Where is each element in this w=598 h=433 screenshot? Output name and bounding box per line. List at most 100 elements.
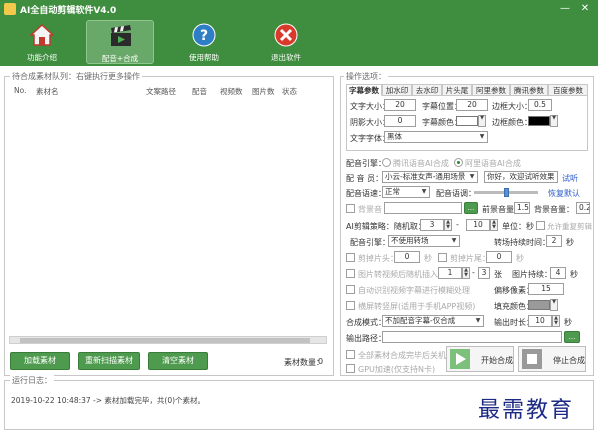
output-browse-button[interactable]: ... [564,331,580,343]
allow-repeat-label: 允许重复剪辑 [547,222,592,231]
image-range-dash: - [472,268,475,277]
clip-max-spinner[interactable]: ▲ ▼ [490,219,498,231]
blur-offset-input[interactable]: 15 [528,283,564,295]
output-duration-spinner[interactable]: ▲ ▼ [552,315,560,327]
cut-tail-unit: 秒 [516,254,524,263]
subtitle-position-input[interactable]: 20 [456,99,488,111]
output-path-input[interactable] [382,331,562,343]
back-volume-input[interactable]: 0.2 [576,202,590,214]
image-min-input[interactable]: 1 [438,267,462,279]
shadow-size-input[interactable]: 0 [384,115,416,127]
watermark-text: 最需教育 [478,398,575,423]
front-volume-input[interactable]: 1.5 [514,202,530,214]
bgm-browse-button[interactable]: ... [464,202,478,214]
svg-text:?: ? [200,28,208,44]
fill-color-swatch[interactable] [528,300,550,310]
image-insert-checkbox[interactable] [346,269,355,278]
options-legend: 操作选项： [344,71,388,82]
bgm-path-input[interactable] [384,202,462,214]
queue-hscrollbar[interactable] [9,336,327,344]
transition-duration-input[interactable]: 2 [546,235,562,247]
speed-value: 正常 [385,187,400,196]
bgm-label: 背景音 [358,205,382,214]
col-dub: 配音 [192,87,207,96]
load-materials-button[interactable]: 加载素材 [10,352,70,370]
font-size-input[interactable]: 20 [384,99,416,111]
cut-head-checkbox[interactable] [346,253,355,262]
voicer-label: 配 音 员： [346,174,384,183]
sample-text-input[interactable]: 你好，欢迎试听效果 [484,171,558,183]
output-path-label: 输出路径： [346,334,386,343]
transition-select[interactable]: 不使用转场 ▼ [388,235,460,247]
material-count-value: 0 [318,357,324,366]
transition-value: 不使用转场 [391,236,429,245]
cut-tail-label: 剪掉片尾： [450,254,490,263]
range-dash: - [456,220,459,229]
clapperboard-icon [111,25,131,46]
image-unit: 张 [494,270,502,279]
listen-link[interactable]: 试听 [562,173,578,184]
border-size-input[interactable]: 0.5 [528,99,552,111]
chevron-down-icon: ▼ [421,188,427,195]
clear-materials-button[interactable]: 清空素材 [148,352,208,370]
mode-value: 不加配音字幕-仅合成 [385,316,456,325]
clip-min-input[interactable]: 3 [420,219,444,231]
engine-tencent-radio[interactable] [382,158,391,167]
cut-tail-input[interactable]: 0 [486,251,512,263]
vertical-label: 横屏转竖屏(适用于手机APP视频) [358,302,476,311]
fill-color-dropdown[interactable]: ▼ [550,299,558,311]
shutdown-label: 全部素材合成完毕后关机 [358,351,446,360]
stop-compose-button[interactable]: 停止合成 [518,346,586,372]
queue-table-body[interactable] [8,98,328,334]
rescan-materials-button[interactable]: 重新扫描素材 [78,352,140,370]
transition-label: 配音引擎： [350,238,390,247]
font-family-value: 黑体 [387,132,402,141]
tool-help-label: 使用帮助 [189,53,219,62]
reset-default-link[interactable]: 恢复默认 [548,188,580,199]
output-duration-input[interactable]: 10 [528,315,552,327]
close-button[interactable]: ✕ [578,2,592,16]
speed-select[interactable]: 正常 ▼ [382,186,430,198]
image-min-spinner[interactable]: ▲ ▼ [462,267,470,279]
col-name: 素材名 [36,87,59,96]
clip-max-input[interactable]: 10 [466,219,490,231]
image-duration-input[interactable]: 4 [550,267,566,279]
cut-tail-checkbox[interactable] [438,253,447,262]
log-line: 2019-10-22 10:48:37 -> 素材加载完毕，共(0)个素材。 [11,396,206,405]
queue-table-header: No. 素材名 文案路径 配音 视频数 图片数 状态 [8,86,326,98]
output-duration-unit: 秒 [564,318,572,327]
start-compose-button[interactable]: 开始合成 [446,346,514,372]
tone-slider-knob[interactable] [504,188,509,197]
scroll-thumb[interactable] [20,338,310,343]
chevron-down-icon: ▼ [479,133,485,140]
bgm-checkbox[interactable] [346,204,355,213]
clip-min-spinner[interactable]: ▲ ▼ [444,219,452,231]
border-color-dropdown[interactable]: ▼ [550,115,558,127]
subtitle-color-swatch[interactable] [456,116,478,126]
image-max-input[interactable]: 3 [478,267,490,279]
border-color-swatch[interactable] [528,116,550,126]
font-family-select[interactable]: 黑体 ▼ [384,131,488,143]
auto-blur-checkbox[interactable] [346,285,355,294]
engine-ali-radio[interactable] [454,158,463,167]
exit-icon [274,23,298,47]
tool-dub-compose[interactable]: 配音+合成 [86,20,154,64]
gpu-checkbox[interactable] [346,364,355,373]
minimize-button[interactable]: — [558,2,572,16]
voicer-select[interactable]: 小云-标准女声-通用场景 ▼ [382,171,478,183]
tool-exit[interactable]: 退出软件 [252,20,320,64]
stop-compose-label: 停止合成 [553,356,585,365]
subtitle-color-dropdown[interactable]: ▼ [478,115,486,127]
tone-slider[interactable] [474,188,538,197]
play-icon [450,349,470,369]
cut-head-input[interactable]: 0 [394,251,420,263]
tool-help[interactable]: ? 使用帮助 [170,20,238,64]
tool-intro[interactable]: 功能介绍 [8,20,76,64]
vertical-checkbox[interactable] [346,301,355,310]
col-script-path: 文案路径 [146,87,176,96]
log-legend: 运行日志： [10,375,54,386]
mode-select[interactable]: 不加配音字幕-仅合成 ▼ [382,315,484,327]
shutdown-checkbox[interactable] [346,350,355,359]
stop-icon [522,349,542,369]
allow-repeat-checkbox[interactable] [536,221,545,230]
